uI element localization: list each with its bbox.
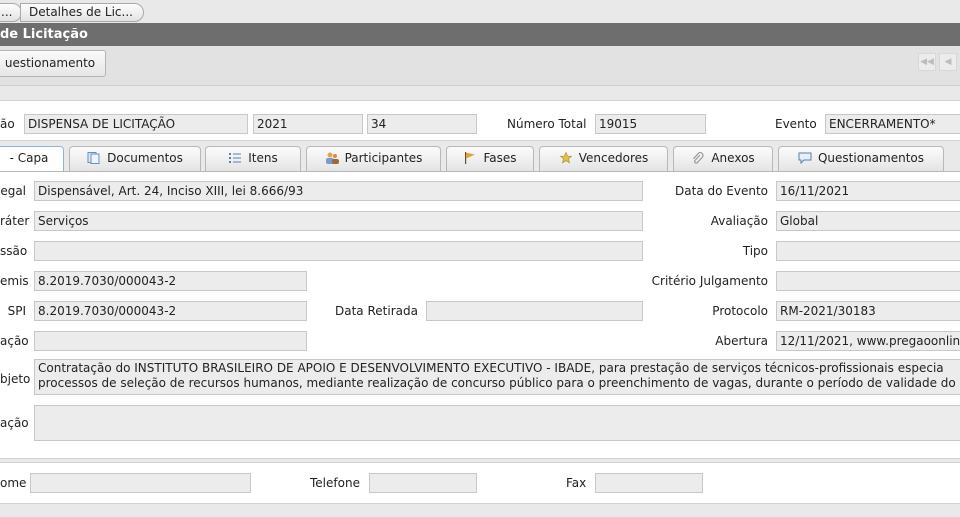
numero-total-label: Número Total: [507, 117, 587, 131]
emis-field[interactable]: 8.2019.7030/000043-2: [34, 271, 307, 291]
medal-icon: [559, 152, 572, 164]
tab-label: Fases: [483, 151, 517, 165]
breadcrumb-item-detalhes[interactable]: Detalhes de Lic...: [20, 3, 144, 22]
fax-label: Fax: [566, 476, 587, 490]
evento-label: Evento: [775, 117, 817, 131]
tab-capa[interactable]: - Capa: [0, 146, 64, 172]
telefone-label: Telefone: [310, 476, 360, 490]
tab-documentos[interactable]: Documentos: [69, 146, 201, 171]
protocolo-field[interactable]: RM-2021/30183: [776, 301, 960, 321]
sessao-field[interactable]: [34, 241, 643, 261]
nome-field[interactable]: [30, 473, 251, 493]
participants-icon: [325, 152, 339, 164]
telefone-field[interactable]: [369, 473, 477, 493]
data-evento-label: Data do Evento: [675, 184, 768, 198]
tab-itens[interactable]: Itens: [205, 146, 301, 171]
toolbar: uestionamento ◀◀ ◀: [0, 46, 960, 86]
flag-icon: [465, 152, 476, 164]
data-retirada-label: Data Retirada: [335, 304, 418, 318]
acao-label: ação: [0, 334, 29, 348]
objeto-label: bjeto: [0, 372, 31, 386]
previous-page-icon[interactable]: ◀: [939, 53, 957, 71]
abertura-field[interactable]: 12/11/2021, www.pregaoonlin: [776, 331, 960, 351]
paperclip-icon: [693, 152, 704, 164]
objeto-line: processos de seleção de recursos humanos…: [38, 376, 960, 390]
fax-field[interactable]: [595, 473, 703, 493]
avaliacao-label: Avaliação: [710, 214, 768, 228]
tab-questionamentos[interactable]: Questionamentos: [778, 146, 944, 171]
first-page-icon[interactable]: ◀◀: [918, 53, 936, 71]
nome-label: ome: [0, 476, 27, 490]
speech-bubble-icon: [798, 152, 812, 164]
fundamento-legal-label: egal: [0, 184, 26, 198]
data-retirada-field[interactable]: [426, 301, 643, 321]
list-icon: [229, 153, 242, 163]
emis-label: emis: [0, 274, 29, 288]
carater-field[interactable]: Serviços: [34, 211, 643, 231]
observacao-textarea[interactable]: [34, 405, 960, 441]
tab-anexos[interactable]: Anexos: [673, 146, 773, 171]
documents-icon: [87, 152, 100, 164]
tab-label: Questionamentos: [817, 151, 924, 165]
spi-field[interactable]: 8.2019.7030/000043-2: [34, 301, 307, 321]
objeto-textarea[interactable]: Contratação do INSTITUTO BRASILEIRO DE A…: [34, 359, 960, 395]
sessao-label: ssão: [0, 244, 28, 258]
carater-label: ráter: [0, 214, 30, 228]
data-evento-field[interactable]: 16/11/2021: [776, 181, 960, 201]
spi-label: SPI: [7, 304, 26, 318]
ano-field[interactable]: 2021: [253, 114, 363, 134]
tab-participantes[interactable]: Participantes: [306, 146, 441, 171]
tab-vencedores[interactable]: Vencedores: [539, 146, 668, 171]
tab-label: - Capa: [9, 151, 49, 165]
window-title: de Licitação: [0, 23, 960, 46]
tab-label: Anexos: [711, 151, 755, 165]
tab-label: Itens: [248, 151, 278, 165]
protocolo-label: Protocolo: [712, 304, 768, 318]
criterio-julgamento-label: Critério Julgamento: [651, 274, 768, 288]
observacao-label: ação: [0, 416, 29, 430]
abertura-label: Abertura: [715, 334, 768, 348]
evento-field[interactable]: ENCERRAMENTO*: [825, 114, 960, 134]
tipo-label: Tipo: [742, 244, 768, 258]
criterio-julgamento-field[interactable]: [776, 271, 960, 291]
fundamento-legal-field[interactable]: Dispensável, Art. 24, Inciso XIII, lei 8…: [34, 181, 643, 201]
numero-field[interactable]: 34: [367, 114, 477, 134]
breadcrumb-item-previous[interactable]: ...: [0, 3, 22, 22]
tab-label: Vencedores: [578, 151, 649, 165]
tipo-field[interactable]: [776, 241, 960, 261]
tab-fases[interactable]: Fases: [446, 146, 534, 171]
tab-label: Documentos: [107, 151, 183, 165]
modalidade-label: ão: [0, 117, 15, 131]
questionamento-button[interactable]: uestionamento: [0, 50, 106, 77]
avaliacao-field[interactable]: Global: [776, 211, 960, 231]
objeto-line: Contratação do INSTITUTO BRASILEIRO DE A…: [38, 361, 944, 375]
acao-field[interactable]: [34, 331, 307, 351]
tab-label: Participantes: [344, 151, 423, 165]
numero-total-field[interactable]: 19015: [595, 114, 706, 134]
modalidade-field[interactable]: DISPENSA DE LICITAÇÃO: [24, 114, 248, 134]
